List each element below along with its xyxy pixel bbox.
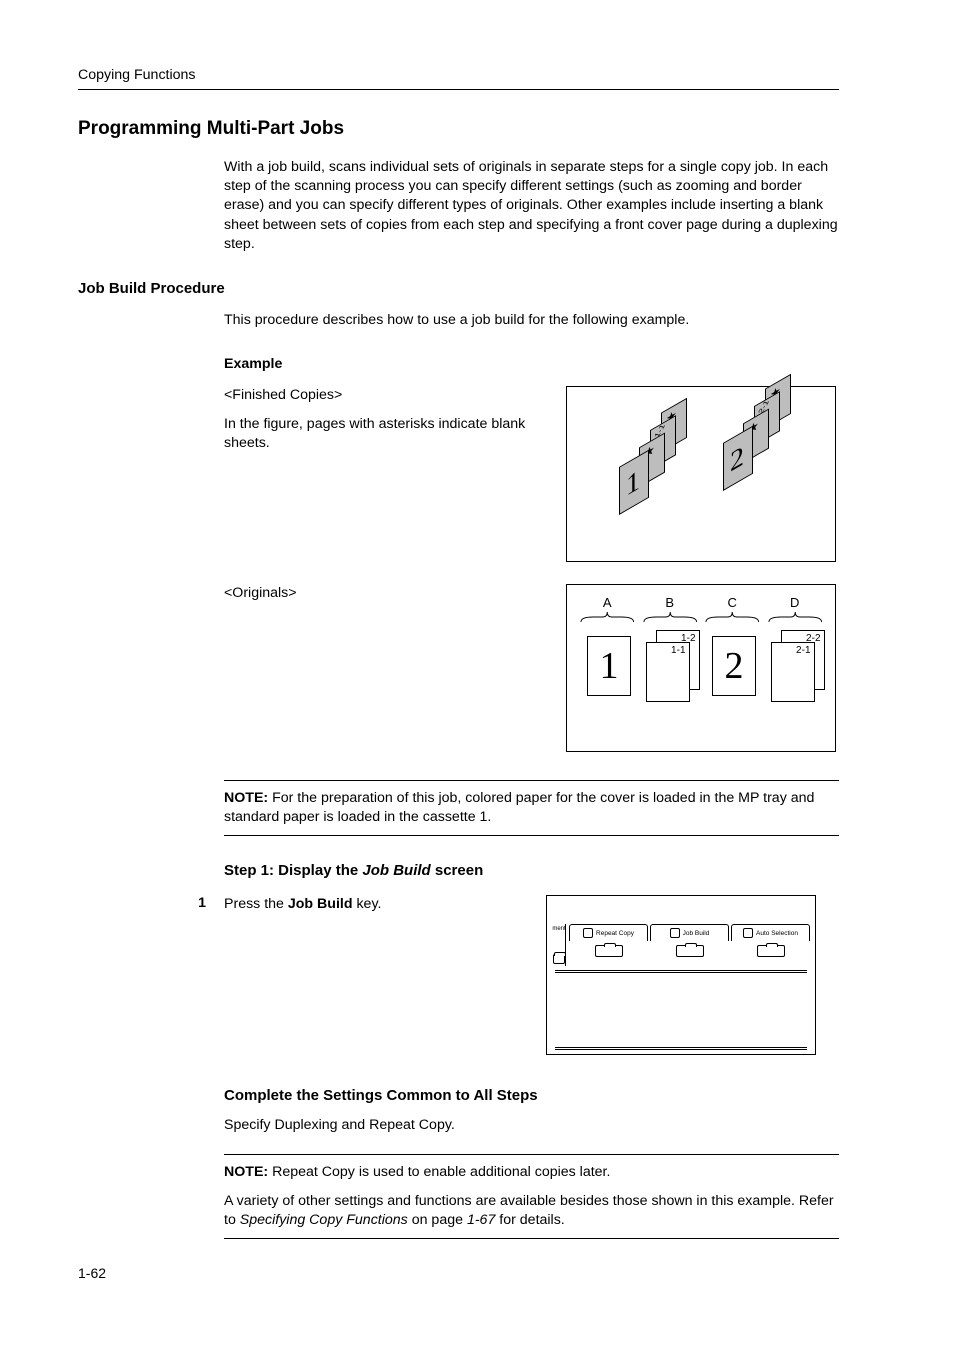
tab-repeat-copy: Repeat Copy (569, 924, 648, 941)
page-number: 1-62 (78, 1265, 106, 1281)
button-hole (595, 945, 623, 957)
button-hole (757, 945, 785, 957)
page-title: Programming Multi-Part Jobs (78, 118, 839, 140)
note-text: Repeat Copy is used to enable additional… (268, 1164, 610, 1180)
intro-paragraph: With a job build, scans individual sets … (224, 158, 839, 254)
step-heading: Step 1: Display the Job Build screen (224, 862, 839, 879)
figure-finished-copies: ★ 1-1 ★ 1 ★ 2-1 ★ 2 (566, 386, 836, 562)
cover-number: 1 (626, 464, 640, 504)
column-letter: B (665, 595, 674, 610)
button-hole (676, 945, 704, 957)
figure-control-panel: ment Repeat Copy Job Build Auto Selectio… (546, 895, 816, 1055)
finished-copies-text: In the figure, pages with asterisks indi… (224, 415, 546, 453)
running-head: Copying Functions (78, 67, 839, 90)
tab-auto-selection: Auto Selection (731, 924, 810, 941)
finished-copies-label: <Finished Copies> (224, 386, 546, 405)
column-letter: A (603, 595, 612, 610)
note-prefix: NOTE: (224, 790, 268, 806)
originals-label: <Originals> (224, 584, 546, 603)
common-settings-text: Specify Duplexing and Repeat Copy. (224, 1116, 839, 1135)
procedure-intro: This procedure describes how to use a jo… (224, 311, 839, 330)
figure-originals: A 1 B 1-2 1-1 (566, 584, 836, 752)
example-label: Example (224, 356, 839, 372)
column-letter: C (728, 595, 737, 610)
note-text: For the preparation of this job, colored… (224, 790, 814, 825)
original-page: 2 (712, 636, 756, 696)
repeat-copy-icon (583, 928, 593, 938)
original-page: 1-1 (646, 642, 690, 702)
original-page: 1 (587, 636, 631, 696)
note-block: NOTE: Repeat Copy is used to enable addi… (224, 1154, 839, 1240)
step-text: Press the Job Build key. (224, 895, 546, 914)
column-letter: D (790, 595, 799, 610)
subsection-heading: Job Build Procedure (78, 280, 839, 297)
job-build-icon (670, 928, 680, 938)
cover-number: 2 (730, 440, 744, 480)
tab-job-build: Job Build (650, 924, 729, 941)
panel-side-text: ment (552, 926, 565, 932)
auto-selection-icon (743, 928, 753, 938)
note-block: NOTE: For the preparation of this job, c… (224, 780, 839, 836)
step-number: 1 (170, 895, 224, 911)
common-settings-heading: Complete the Settings Common to All Step… (224, 1087, 839, 1104)
note-prefix: NOTE: (224, 1164, 268, 1180)
original-page: 2-1 (771, 642, 815, 702)
